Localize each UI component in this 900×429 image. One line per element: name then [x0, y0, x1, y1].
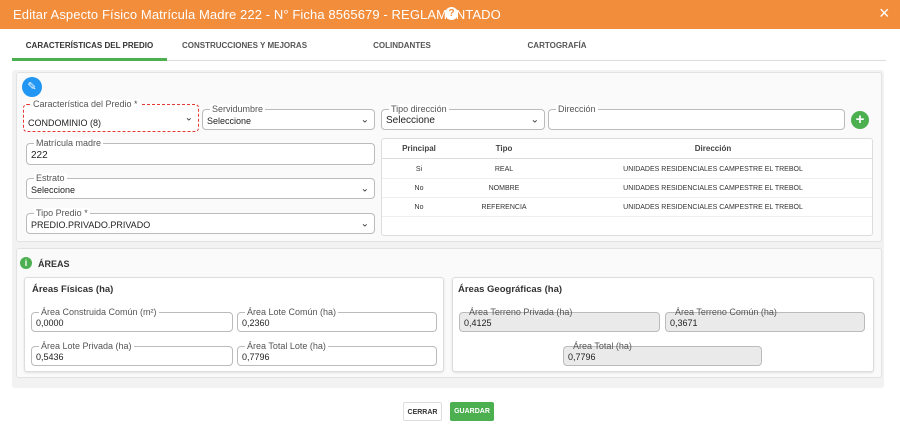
area-terreno-comun-field: Área Terreno Común (ha) 0,3671 [665, 307, 865, 332]
column-header-tipo: Tipo [495, 144, 513, 153]
areas-title: ÁREAS [38, 259, 70, 269]
area-total-lote-label: Área Total Lote (ha) [245, 341, 328, 351]
area-construida-value: 0,0000 [36, 318, 64, 328]
matricula-label: Matrícula madre [34, 138, 104, 148]
close-icon[interactable]: × [879, 4, 890, 22]
help-icon[interactable]: ? [445, 7, 458, 20]
chevron-down-icon: ⌄ [360, 218, 369, 229]
area-total-field: Área Total (ha) 0,7796 [563, 341, 762, 366]
add-direccion-button[interactable]: + [851, 111, 869, 129]
matricula-value: 222 [31, 150, 48, 161]
area-total-lote-value: 0,7796 [242, 352, 270, 362]
table-cell: REFERENCIA [481, 204, 527, 211]
caracteristica-label: Característica del Predio * [31, 99, 140, 109]
table-cell: UNIDADES RESIDENCIALES CAMPESTRE EL TREB… [623, 166, 803, 173]
area-terreno-comun-value: 0,3671 [670, 318, 698, 328]
tipo-predio-label: Tipo Predio * [34, 208, 90, 218]
estrato-label: Estrato [34, 173, 67, 183]
tab-caracteristicas[interactable]: CARACTERÍSTICAS DEL PREDIO [12, 35, 167, 61]
caracteristica-value: CONDOMINIO (8) [28, 118, 101, 128]
edit-icon[interactable]: ✎ [22, 77, 42, 97]
area-lote-privada-input[interactable]: Área Lote Privada (ha) 0,5436 [31, 341, 233, 366]
direcciones-table: Principal Tipo Dirección Si REAL UNIDADE… [381, 138, 873, 236]
tab-cartografia[interactable]: CARTOGRAFÍA [487, 35, 627, 61]
table-cell: No [414, 204, 424, 211]
estrato-value: Seleccione [31, 185, 76, 195]
table-row[interactable]: No NOMBRE UNIDADES RESIDENCIALES CAMPEST… [382, 179, 872, 198]
direccion-input[interactable]: Dirección [548, 104, 845, 130]
chevron-down-icon: ⌄ [360, 183, 369, 194]
tipo-direccion-select[interactable]: Tipo dirección Seleccione ⌄ [381, 104, 545, 130]
area-total-value: 0,7796 [568, 352, 596, 362]
tab-colindantes[interactable]: COLINDANTES [332, 35, 472, 61]
table-cell: No [414, 185, 424, 192]
caracteristica-select[interactable]: Característica del Predio * CONDOMINIO (… [23, 99, 199, 132]
column-header-direccion: Dirección [694, 144, 732, 153]
guardar-button[interactable]: GUARDAR [450, 402, 494, 421]
area-construida-label: Área Construida Común (m²) [39, 307, 159, 317]
servidumbre-select[interactable]: Servidumbre Seleccione ⌄ [202, 104, 375, 130]
column-header-principal: Principal [402, 144, 436, 153]
modal-header: Editar Aspecto Físico Matrícula Madre 22… [0, 0, 900, 29]
area-lote-privada-value: 0,5436 [36, 352, 64, 362]
area-terreno-privada-field: Área Terreno Privada (ha) 0,4125 [459, 307, 660, 332]
area-terreno-privada-label: Área Terreno Privada (ha) [469, 307, 573, 317]
servidumbre-label: Servidumbre [210, 104, 266, 114]
tab-construcciones[interactable]: CONSTRUCCIONES Y MEJORAS [172, 35, 317, 61]
tipo-predio-value: PREDIO.PRIVADO.PRIVADO [31, 220, 151, 230]
table-cell: UNIDADES RESIDENCIALES CAMPESTRE EL TREB… [623, 204, 803, 211]
areas-geograficas-title: Áreas Geográficas (ha) [458, 284, 563, 295]
table-cell: UNIDADES RESIDENCIALES CAMPESTRE EL TREB… [623, 185, 803, 192]
area-lote-comun-value: 0,2360 [242, 318, 270, 328]
area-total-lote-input[interactable]: Área Total Lote (ha) 0,7796 [237, 341, 437, 366]
chevron-down-icon: ⌄ [360, 114, 369, 125]
table-cell: NOMBRE [488, 185, 520, 192]
tab-bar: CARACTERÍSTICAS DEL PREDIO CONSTRUCCIONE… [12, 35, 886, 61]
area-lote-privada-label: Área Lote Privada (ha) [39, 341, 134, 351]
tipo-direccion-label: Tipo dirección [389, 104, 449, 114]
area-terreno-privada-value: 0,4125 [464, 318, 492, 328]
table-cell: REAL [494, 166, 514, 173]
table-row[interactable]: Si REAL UNIDADES RESIDENCIALES CAMPESTRE… [382, 160, 872, 179]
areas-fisicas-title: Áreas Físicas (ha) [32, 284, 114, 295]
area-lote-comun-label: Área Lote Común (ha) [245, 307, 339, 317]
modal-title: Editar Aspecto Físico Matrícula Madre 22… [13, 7, 501, 22]
matricula-input[interactable]: Matrícula madre 222 [26, 138, 375, 165]
table-row[interactable]: No REFERENCIA UNIDADES RESIDENCIALES CAM… [382, 198, 872, 217]
table-cell: Si [415, 166, 423, 173]
chevron-down-icon: ⌄ [184, 112, 193, 124]
chevron-down-icon: ⌄ [530, 114, 539, 125]
tipo-direccion-value: Seleccione [386, 115, 435, 126]
table-header: Principal Tipo Dirección [382, 139, 872, 159]
direccion-label: Dirección [556, 104, 598, 114]
servidumbre-value: Seleccione [207, 116, 252, 126]
area-terreno-comun-label: Área Terreno Común (ha) [675, 307, 777, 317]
estrato-select[interactable]: Estrato Seleccione ⌄ [26, 173, 375, 199]
info-icon: i [20, 257, 32, 269]
tipo-predio-select[interactable]: Tipo Predio * PREDIO.PRIVADO.PRIVADO ⌄ [26, 208, 375, 234]
cerrar-button[interactable]: CERRAR [403, 402, 442, 421]
area-lote-comun-input[interactable]: Área Lote Común (ha) 0,2360 [237, 307, 437, 332]
area-construida-input[interactable]: Área Construida Común (m²) 0,0000 [31, 307, 233, 332]
area-total-label: Área Total (ha) [573, 341, 632, 351]
